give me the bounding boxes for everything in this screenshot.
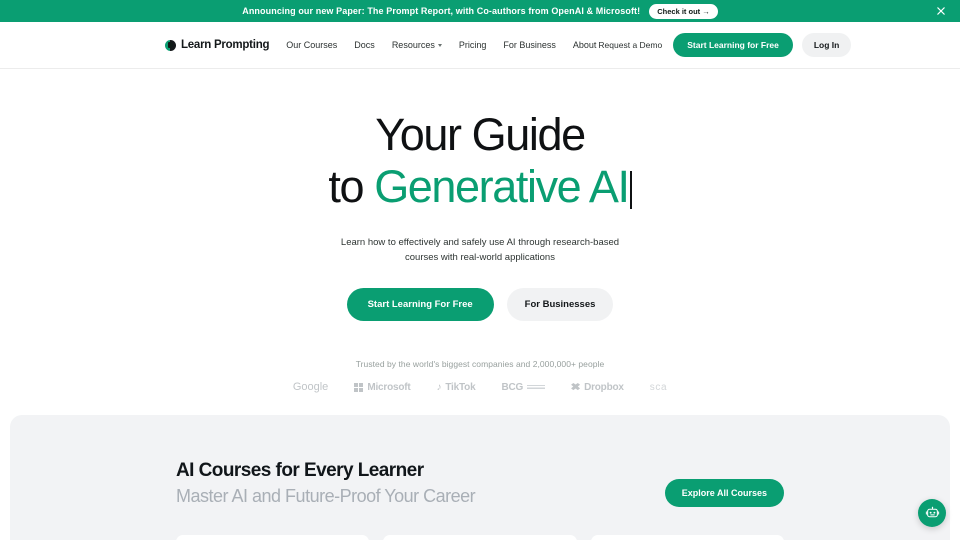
text-caret bbox=[629, 171, 632, 209]
chevron-down-icon bbox=[437, 43, 442, 47]
hero-title-accent: Generative AI bbox=[374, 161, 630, 212]
nav-label: Pricing bbox=[458, 40, 487, 50]
dropbox-icon bbox=[571, 382, 581, 391]
logo-label: sca bbox=[649, 381, 668, 393]
nav-label: Docs bbox=[354, 40, 375, 50]
hero-title-line2: to Generative AI bbox=[0, 164, 960, 209]
logo-scale: sca bbox=[650, 382, 667, 393]
hero-title-prefix: to bbox=[328, 161, 375, 212]
announcement-cta-button[interactable]: Check it out → bbox=[649, 3, 718, 19]
header-actions: Request a Demo Start Learning for Free L… bbox=[596, 33, 852, 57]
nav-label: Resources bbox=[391, 40, 435, 50]
logo-dropbox: Dropbox bbox=[571, 382, 624, 393]
for-businesses-button[interactable]: For Businesses bbox=[506, 288, 614, 322]
announcement-text: Announcing our new Paper: The Prompt Rep… bbox=[242, 6, 641, 16]
partner-logos: Google Microsoft ♪ TikTok BCG Dropbox sc… bbox=[0, 381, 960, 393]
courses-header: AI Courses for Every Learner Master AI a… bbox=[10, 459, 950, 508]
logo-label: Microsoft bbox=[367, 381, 411, 393]
hero-subtitle-line2: courses with real-world applications bbox=[405, 251, 555, 263]
nav-item-pricing[interactable]: Pricing bbox=[459, 40, 487, 50]
start-learning-nav-button[interactable]: Start Learning for Free bbox=[673, 33, 793, 57]
close-icon[interactable] bbox=[935, 5, 947, 17]
hero-subtitle-line1: Learn how to effectively and safely use … bbox=[340, 237, 620, 248]
social-proof-caption: Trusted by the world's biggest companies… bbox=[355, 359, 605, 370]
logo-icon bbox=[165, 39, 176, 51]
logo-microsoft: Microsoft bbox=[354, 381, 411, 393]
brand-name: Learn Prompting bbox=[181, 39, 270, 51]
nav-label: For Business bbox=[503, 40, 556, 50]
course-card[interactable] bbox=[590, 534, 784, 540]
course-card-list bbox=[10, 534, 950, 540]
site-header: Learn Prompting Our Courses Docs Resourc… bbox=[0, 22, 960, 69]
logo-google: Google bbox=[293, 381, 328, 393]
start-learning-free-button[interactable]: Start Learning For Free bbox=[346, 288, 494, 322]
hero-actions: Start Learning For Free For Businesses bbox=[0, 288, 960, 322]
nav-item-docs[interactable]: Docs bbox=[354, 40, 375, 50]
nav-label: Our Courses bbox=[286, 40, 338, 50]
music-note-icon: ♪ bbox=[436, 381, 442, 393]
hero-subtitle: Learn how to effectively and safely use … bbox=[0, 236, 960, 265]
hero-section: Your Guide to Generative AI Learn how to… bbox=[0, 69, 960, 393]
course-card[interactable] bbox=[176, 534, 370, 540]
courses-heading-group: AI Courses for Every Learner Master AI a… bbox=[176, 459, 476, 508]
nav-label: About bbox=[572, 40, 597, 50]
logo-label: Google bbox=[292, 381, 329, 394]
logo-label: BCG bbox=[501, 381, 524, 393]
announcement-banner: Announcing our new Paper: The Prompt Rep… bbox=[0, 0, 960, 22]
courses-title: AI Courses for Every Learner bbox=[176, 460, 424, 482]
logo-label: Dropbox bbox=[584, 381, 624, 393]
robot-icon bbox=[925, 506, 939, 517]
logo-tiktok: ♪ TikTok bbox=[437, 382, 476, 393]
page-title: Your Guide to Generative AI bbox=[0, 112, 960, 209]
course-card[interactable] bbox=[383, 534, 577, 540]
nav-item-for-business[interactable]: For Business bbox=[503, 40, 556, 50]
microsoft-squares-icon bbox=[354, 382, 364, 392]
explore-all-courses-button[interactable]: Explore All Courses bbox=[664, 478, 784, 507]
brand-logo[interactable]: Learn Prompting bbox=[165, 39, 270, 51]
bcg-wordmark-icon bbox=[527, 385, 546, 390]
login-button[interactable]: Log In bbox=[801, 33, 852, 57]
nav-item-resources[interactable]: Resources bbox=[392, 40, 442, 50]
request-demo-button[interactable]: Request a Demo bbox=[596, 40, 664, 50]
logo-label: TikTok bbox=[445, 381, 476, 393]
nav-item-our-courses[interactable]: Our Courses bbox=[286, 40, 337, 50]
main-navigation: Our Courses Docs Resources Pricing For B… bbox=[286, 40, 596, 50]
chat-widget-button[interactable] bbox=[918, 499, 946, 527]
courses-subtitle: Master AI and Future-Proof Your Career bbox=[176, 486, 476, 507]
courses-section: AI Courses for Every Learner Master AI a… bbox=[10, 415, 950, 540]
logo-bcg: BCG bbox=[501, 381, 546, 393]
hero-title-line1: Your Guide bbox=[375, 109, 586, 160]
nav-item-about[interactable]: About bbox=[573, 40, 597, 50]
